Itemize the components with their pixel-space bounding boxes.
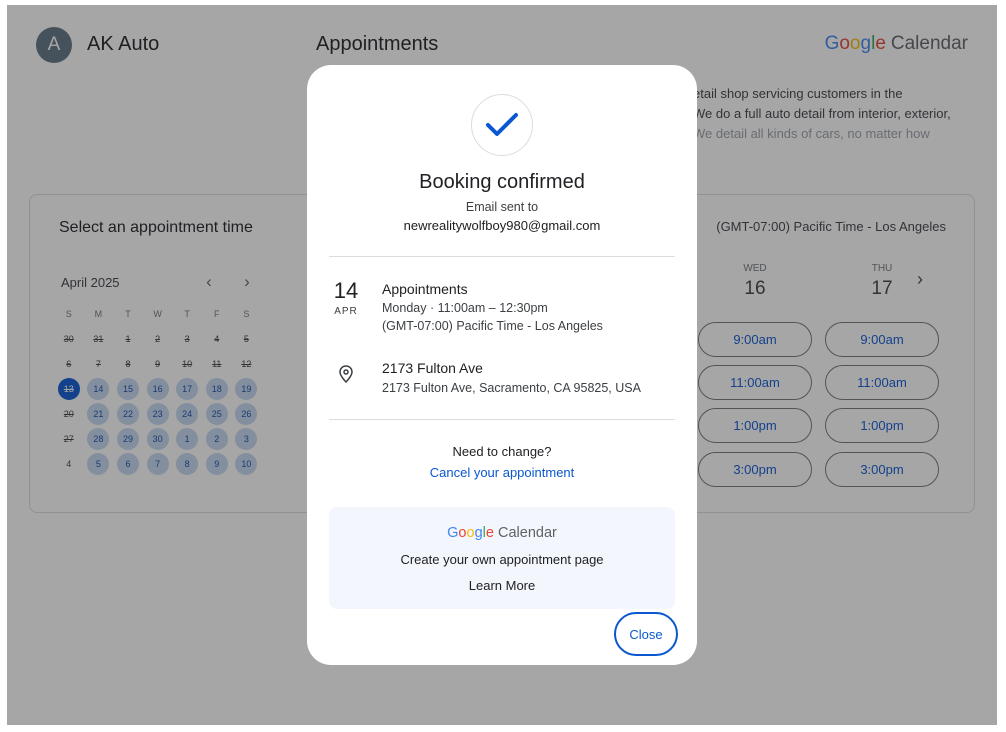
app-window: A AK Auto Appointments Google Calendar e… [7, 5, 997, 725]
appointment-name: Appointments [382, 281, 468, 297]
location-pin-icon [338, 365, 354, 384]
learn-more-link[interactable]: Learn More [329, 578, 675, 593]
divider [329, 419, 675, 420]
google-calendar-logo: Google Calendar [329, 525, 675, 541]
cancel-appointment-link[interactable]: Cancel your appointment [307, 465, 697, 480]
location-address: 2173 Fulton Ave, Sacramento, CA 95825, U… [382, 381, 641, 395]
logo-letter: o [466, 525, 475, 541]
close-button[interactable]: Close [614, 612, 678, 656]
logo-letter: G [447, 525, 459, 541]
promo-text: Create your own appointment page [400, 552, 604, 567]
appointment-time: Monday · 11:00am – 12:30pm [382, 301, 548, 315]
calendar-wordmark: Calendar [498, 525, 557, 541]
check-icon [471, 94, 533, 156]
logo-letter: o [458, 525, 467, 541]
divider [329, 256, 675, 257]
logo-letter: e [485, 525, 494, 541]
location-name: 2173 Fulton Ave [382, 360, 483, 376]
email-address: newrealitywolfboy980@gmail.com [403, 218, 601, 233]
email-sent-label: Email sent to [465, 200, 539, 214]
appointment-date-day: 14 [333, 278, 359, 303]
promo-box: Google Calendar Create your own appointm… [329, 507, 675, 609]
dialog-title: Booking confirmed [419, 171, 585, 193]
appointment-timezone: (GMT-07:00) Pacific Time - Los Angeles [382, 319, 603, 333]
logo-letter: g [474, 525, 483, 541]
booking-confirmed-dialog: Booking confirmed Email sent to newreali… [307, 65, 697, 665]
need-change-label: Need to change? [452, 444, 552, 459]
appointment-date-month: APR [334, 306, 358, 317]
